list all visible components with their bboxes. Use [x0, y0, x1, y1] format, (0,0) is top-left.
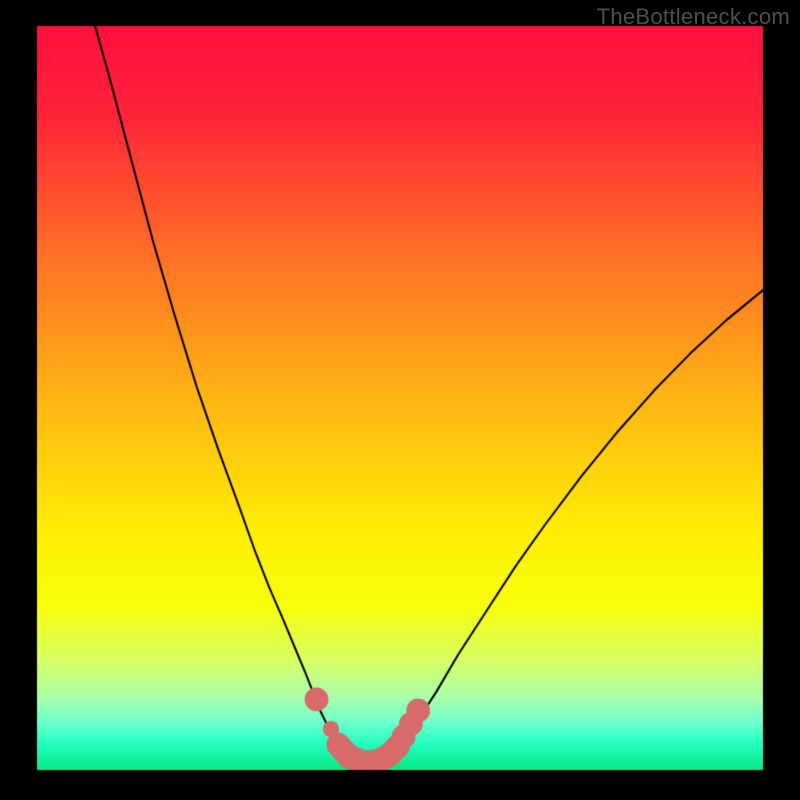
- watermark-text: TheBottleneck.com: [597, 4, 790, 30]
- bottleneck-curve-chart: [0, 0, 800, 800]
- chart-stage: TheBottleneck.com: [0, 0, 800, 800]
